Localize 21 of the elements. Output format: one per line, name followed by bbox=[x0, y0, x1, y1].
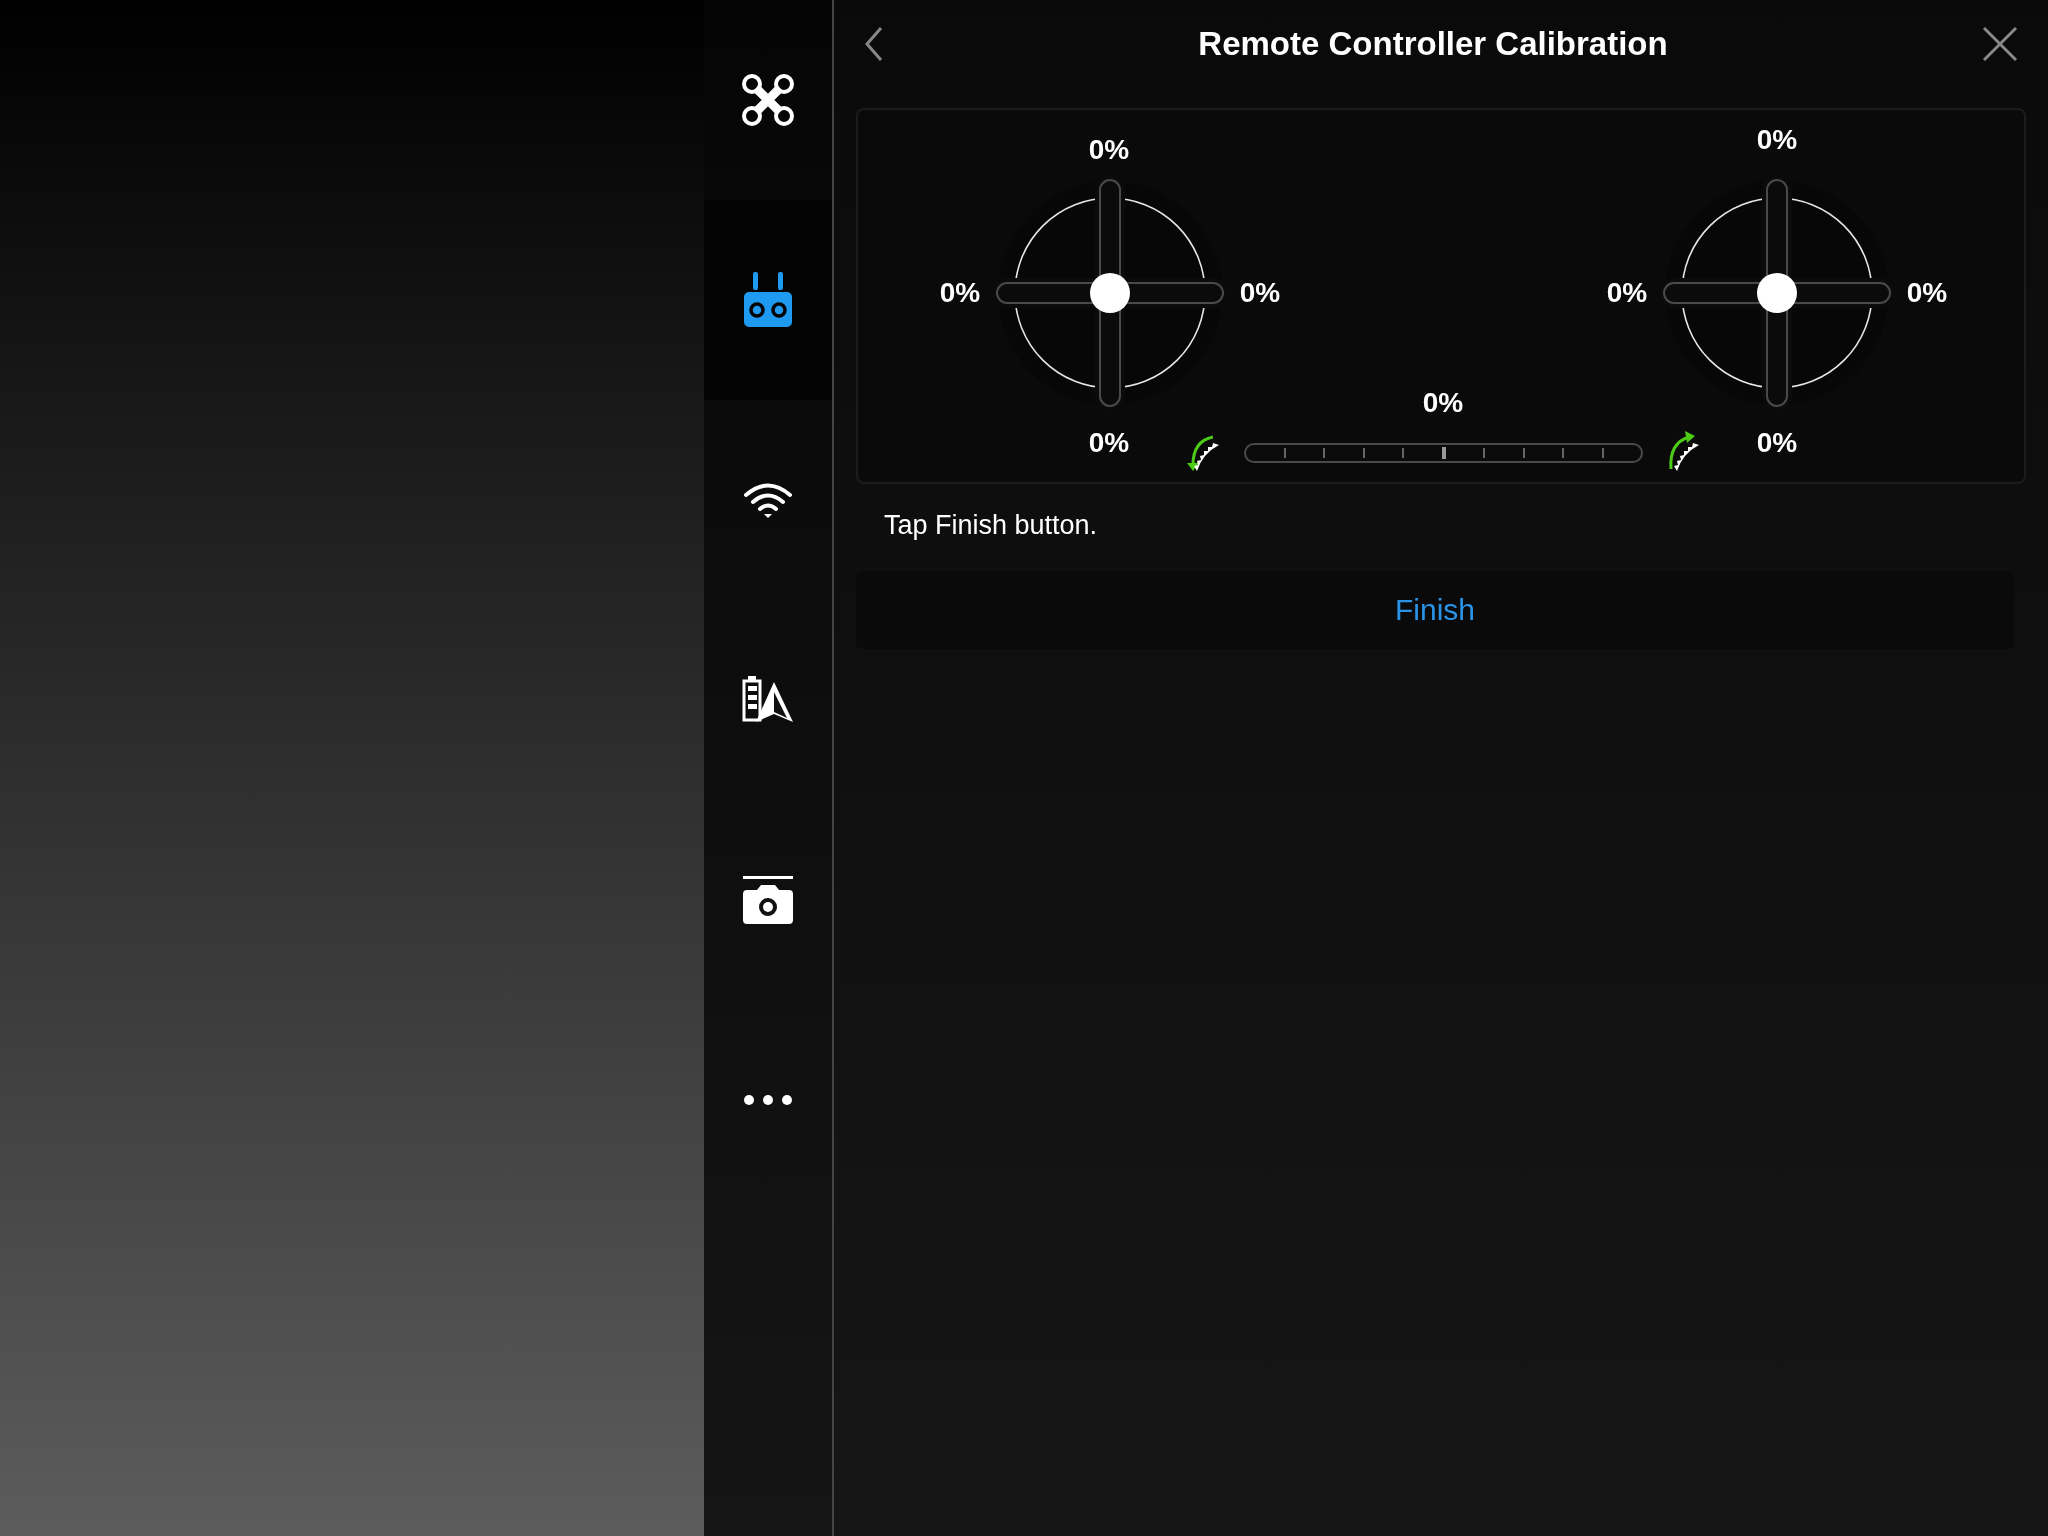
close-icon bbox=[1982, 26, 2018, 62]
back-icon bbox=[864, 26, 884, 62]
camera-icon bbox=[743, 876, 793, 924]
more-icon bbox=[743, 1094, 793, 1106]
window-title: Remote Controller Calibration bbox=[1198, 25, 1668, 63]
percent-label: 0% bbox=[1756, 124, 1798, 156]
wifi-icon bbox=[743, 482, 793, 518]
percent-label: 0% bbox=[1239, 277, 1281, 309]
drone-icon bbox=[741, 73, 795, 127]
percent-label: 0% bbox=[939, 277, 981, 309]
finish-button[interactable]: Finish bbox=[856, 571, 2014, 649]
percent-label: 0% bbox=[1606, 277, 1648, 309]
percent-label: 0% bbox=[1088, 134, 1130, 166]
percent-label: 0% bbox=[1422, 387, 1464, 419]
remote-controller-icon bbox=[743, 272, 793, 328]
percent-label: 0% bbox=[1756, 427, 1798, 459]
percent-label: 0% bbox=[1088, 427, 1130, 459]
instruction-text: Tap Finish button. bbox=[884, 510, 1099, 541]
battery-navigation-icon bbox=[742, 676, 794, 724]
percent-label: 0% bbox=[1906, 277, 1948, 309]
sidebar-item[interactable] bbox=[704, 200, 832, 400]
